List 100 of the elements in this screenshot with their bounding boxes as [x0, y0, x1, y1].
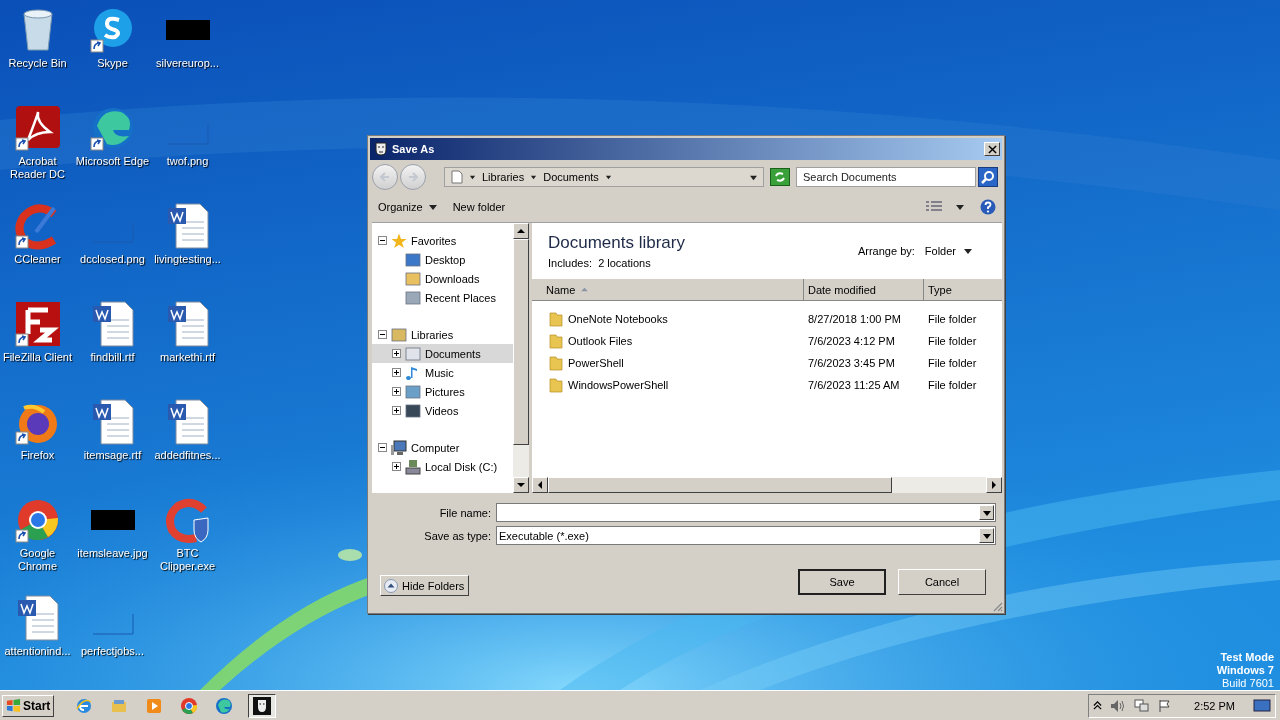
scroll-right-icon[interactable]: [990, 481, 998, 489]
tree-item[interactable]: Computer: [372, 438, 513, 457]
library-locations: Includes: 2 locations: [548, 257, 652, 269]
flag-icon[interactable]: [1158, 698, 1173, 713]
breadcrumb-item[interactable]: Documents: [543, 171, 599, 183]
expander-icon[interactable]: [378, 236, 387, 245]
clock[interactable]: 2:52 PM: [1194, 699, 1235, 712]
tree-item[interactable]: Pictures: [372, 382, 513, 401]
file-date: 7/6/2023 11:25 AM: [807, 379, 901, 391]
expander-icon[interactable]: [392, 387, 401, 396]
expander-icon[interactable]: [378, 330, 387, 339]
show-desktop-icon[interactable]: [1253, 698, 1271, 713]
tree-item[interactable]: Libraries: [372, 325, 513, 344]
file-type-dropdown[interactable]: Executable (*.exe): [496, 526, 996, 545]
tree-label: Favorites: [411, 234, 457, 247]
new-folder-button[interactable]: New folder: [448, 198, 510, 216]
system-notice: Build 7601: [1222, 677, 1274, 690]
horizontal-scrollbar[interactable]: [532, 477, 1002, 493]
library-title: Documents library: [548, 233, 686, 253]
app-icon[interactable]: [13, 300, 62, 348]
column-header[interactable]: Date modified: [804, 279, 924, 300]
network-icon[interactable]: [1134, 698, 1151, 713]
tree-label: Downloads: [425, 272, 480, 285]
column-header[interactable]: Type: [924, 279, 1002, 300]
search-button[interactable]: [978, 167, 998, 187]
resize-grip-icon[interactable]: [991, 600, 1003, 612]
caret-icon[interactable]: [469, 173, 476, 181]
tree-label: Documents: [425, 347, 481, 360]
expander-icon[interactable]: [378, 443, 387, 452]
tree-item[interactable]: Downloads: [372, 269, 513, 288]
tree-item[interactable]: Favorites: [372, 231, 513, 250]
file-type: File folder: [927, 313, 977, 325]
app-icon[interactable]: [13, 104, 62, 152]
close-button[interactable]: [984, 142, 1000, 156]
view-list-icon[interactable]: [926, 201, 942, 213]
expander-icon[interactable]: [392, 368, 401, 377]
dropdown-caret-icon[interactable]: [982, 508, 991, 517]
chevron-up-icon[interactable]: [1093, 701, 1103, 710]
folder-icon: [405, 289, 421, 306]
icon-label: itemsleave.jpg: [76, 547, 149, 560]
folder-icon: [391, 326, 407, 343]
icon-label: addedfitnes...: [153, 449, 222, 462]
file-row[interactable]: WindowsPowerShell 7/6/2023 11:25 AM File folder: [532, 374, 1002, 396]
caret-icon[interactable]: [530, 173, 538, 181]
expander-icon[interactable]: [392, 349, 401, 358]
tree-item[interactable]: Desktop: [372, 250, 513, 269]
tree-item[interactable]: Videos: [372, 401, 513, 420]
star-icon: [391, 232, 407, 249]
field-label: File name:: [438, 506, 492, 519]
file-row[interactable]: OneNote Notebooks 8/27/2018 1:00 PM File folder: [532, 308, 1002, 330]
file-type: File folder: [927, 335, 977, 347]
arrange-label: Arrange by:: [857, 245, 915, 257]
dropdown-caret-icon[interactable]: [982, 531, 991, 540]
organize-menu[interactable]: Organize: [374, 198, 441, 216]
address-bar[interactable]: Libraries Documents: [444, 167, 764, 187]
refresh-button[interactable]: [770, 168, 790, 186]
icon-label: Recycle Bin: [7, 57, 68, 70]
caret-icon[interactable]: [956, 203, 964, 211]
scroll-left-icon[interactable]: [536, 481, 544, 489]
scroll-up-icon[interactable]: [517, 227, 525, 235]
mask-icon[interactable]: [248, 693, 277, 718]
arrange-dropdown[interactable]: Folder: [924, 245, 972, 257]
windows-flag-icon: [6, 698, 21, 713]
icon-label: livingtesting...: [153, 253, 222, 266]
folder-icon: [548, 311, 564, 327]
expander-icon[interactable]: [392, 462, 401, 471]
breadcrumb-item[interactable]: Libraries: [482, 171, 525, 183]
icon-label: twof.png: [165, 155, 210, 168]
icon-label: markethi.rtf: [159, 351, 216, 364]
scroll-down-icon[interactable]: [517, 481, 525, 489]
vertical-scrollbar[interactable]: [513, 223, 529, 493]
caret-icon[interactable]: [604, 173, 612, 181]
file-row[interactable]: Outlook Files 7/6/2023 4:12 PM File folder: [532, 330, 1002, 352]
file-row[interactable]: PowerShell 7/6/2023 3:45 PM File folder: [532, 352, 1002, 374]
icon-label: findbill.rtf: [89, 351, 136, 364]
tree-item[interactable]: Recent Places: [372, 288, 513, 307]
icon-label: Skype: [96, 57, 129, 70]
column-header[interactable]: Name: [532, 279, 804, 300]
tree-label: Local Disk (C:): [425, 460, 498, 473]
expander-icon[interactable]: [392, 406, 401, 415]
help-icon[interactable]: [980, 199, 996, 215]
folder-icon: [548, 333, 564, 349]
file-name-field[interactable]: [496, 503, 996, 522]
caret-icon: [964, 247, 972, 255]
hide-folders-button[interactable]: Hide Folders: [380, 575, 470, 596]
start-button[interactable]: Start: [2, 694, 55, 717]
file-date: 7/6/2023 4:12 PM: [807, 335, 896, 347]
file-date: 8/27/2018 1:00 PM: [807, 313, 902, 325]
tree-item[interactable]: Documents: [372, 344, 513, 363]
save-button[interactable]: Save: [798, 569, 886, 595]
cancel-button[interactable]: Cancel: [898, 569, 986, 595]
icon-label: CCleaner: [13, 253, 62, 266]
dropdown-caret-icon[interactable]: [750, 173, 757, 181]
tree-item[interactable]: Music: [372, 363, 513, 382]
tree-item[interactable]: Local Disk (C:): [372, 457, 513, 476]
speaker-icon[interactable]: [1110, 698, 1127, 713]
computer-icon: [391, 439, 407, 456]
shield-app-icon[interactable]: [163, 496, 212, 544]
document-icon: [451, 170, 463, 184]
search-field[interactable]: Search Documents: [796, 167, 976, 187]
